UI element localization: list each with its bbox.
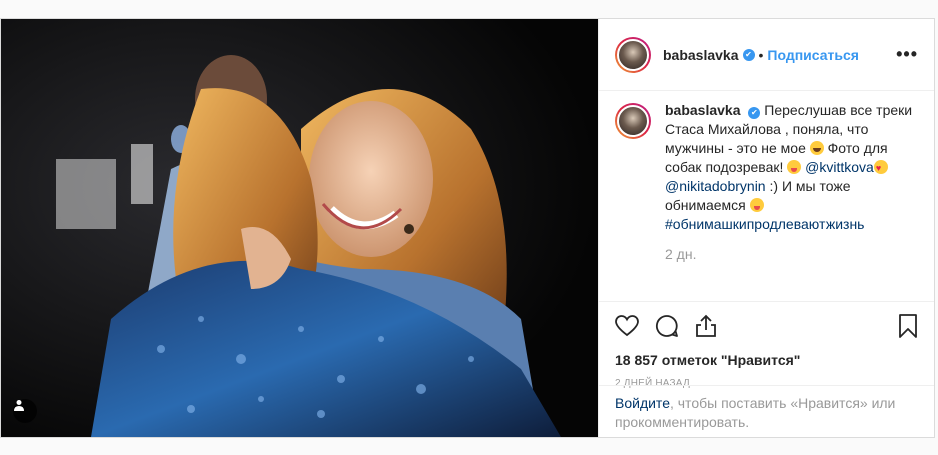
verified-badge-icon: ✔ — [748, 107, 761, 119]
user-tag-icon — [14, 400, 24, 411]
user-tag-button[interactable] — [13, 399, 37, 423]
avatar[interactable] — [615, 36, 651, 73]
instagram-post: babaslavka ✔ • Подписаться ••• babaslavk… — [0, 18, 935, 438]
mention-link[interactable]: @kvittkova — [805, 159, 874, 175]
post-actions: 18 857 отметок "Нравится" 2 ДНЕЙ НАЗАД — [599, 301, 934, 389]
more-options-icon[interactable]: ••• — [896, 44, 918, 65]
love-emoji-icon — [873, 159, 888, 178]
tongue-emoji-icon — [787, 160, 802, 174]
tongue-emoji-icon — [749, 198, 764, 212]
separator-dot: • — [758, 46, 764, 63]
mention-link[interactable]: @nikitadobrynin — [665, 178, 766, 194]
verified-badge-icon: ✔ — [742, 48, 755, 61]
caption-time: 2 дн. — [665, 246, 697, 262]
follow-button[interactable]: Подписаться — [767, 47, 859, 63]
post-header: babaslavka ✔ • Подписаться ••• — [599, 19, 934, 91]
post-photo[interactable] — [1, 19, 598, 437]
comment-icon[interactable] — [655, 314, 679, 341]
action-icons — [615, 313, 918, 341]
hashtag-link[interactable]: #обнимашкипродлеваютжизнь — [665, 216, 864, 232]
heart-icon[interactable] — [615, 314, 639, 340]
caption-username[interactable]: babaslavka — [665, 102, 741, 118]
likes-count[interactable]: 18 857 отметок "Нравится" — [615, 352, 918, 368]
photo-hug-scene — [1, 19, 598, 437]
post-sidebar: babaslavka ✔ • Подписаться ••• babaslavk… — [598, 19, 934, 437]
login-prompt: Войдите, чтобы поставить «Нравится» или … — [599, 385, 934, 437]
username-link[interactable]: babaslavka — [663, 47, 739, 63]
comments-section: babaslavka ✔ Переслушав все треки Стаса … — [599, 91, 934, 301]
share-icon[interactable] — [695, 314, 717, 341]
login-link[interactable]: Войдите — [615, 395, 670, 411]
laugh-emoji-icon — [809, 141, 824, 155]
caption: babaslavka ✔ Переслушав все треки Стаса … — [615, 101, 918, 234]
bookmark-icon[interactable] — [898, 313, 918, 341]
caption-avatar[interactable] — [615, 103, 651, 139]
caption-text: babaslavka ✔ Переслушав все треки Стаса … — [665, 101, 915, 234]
